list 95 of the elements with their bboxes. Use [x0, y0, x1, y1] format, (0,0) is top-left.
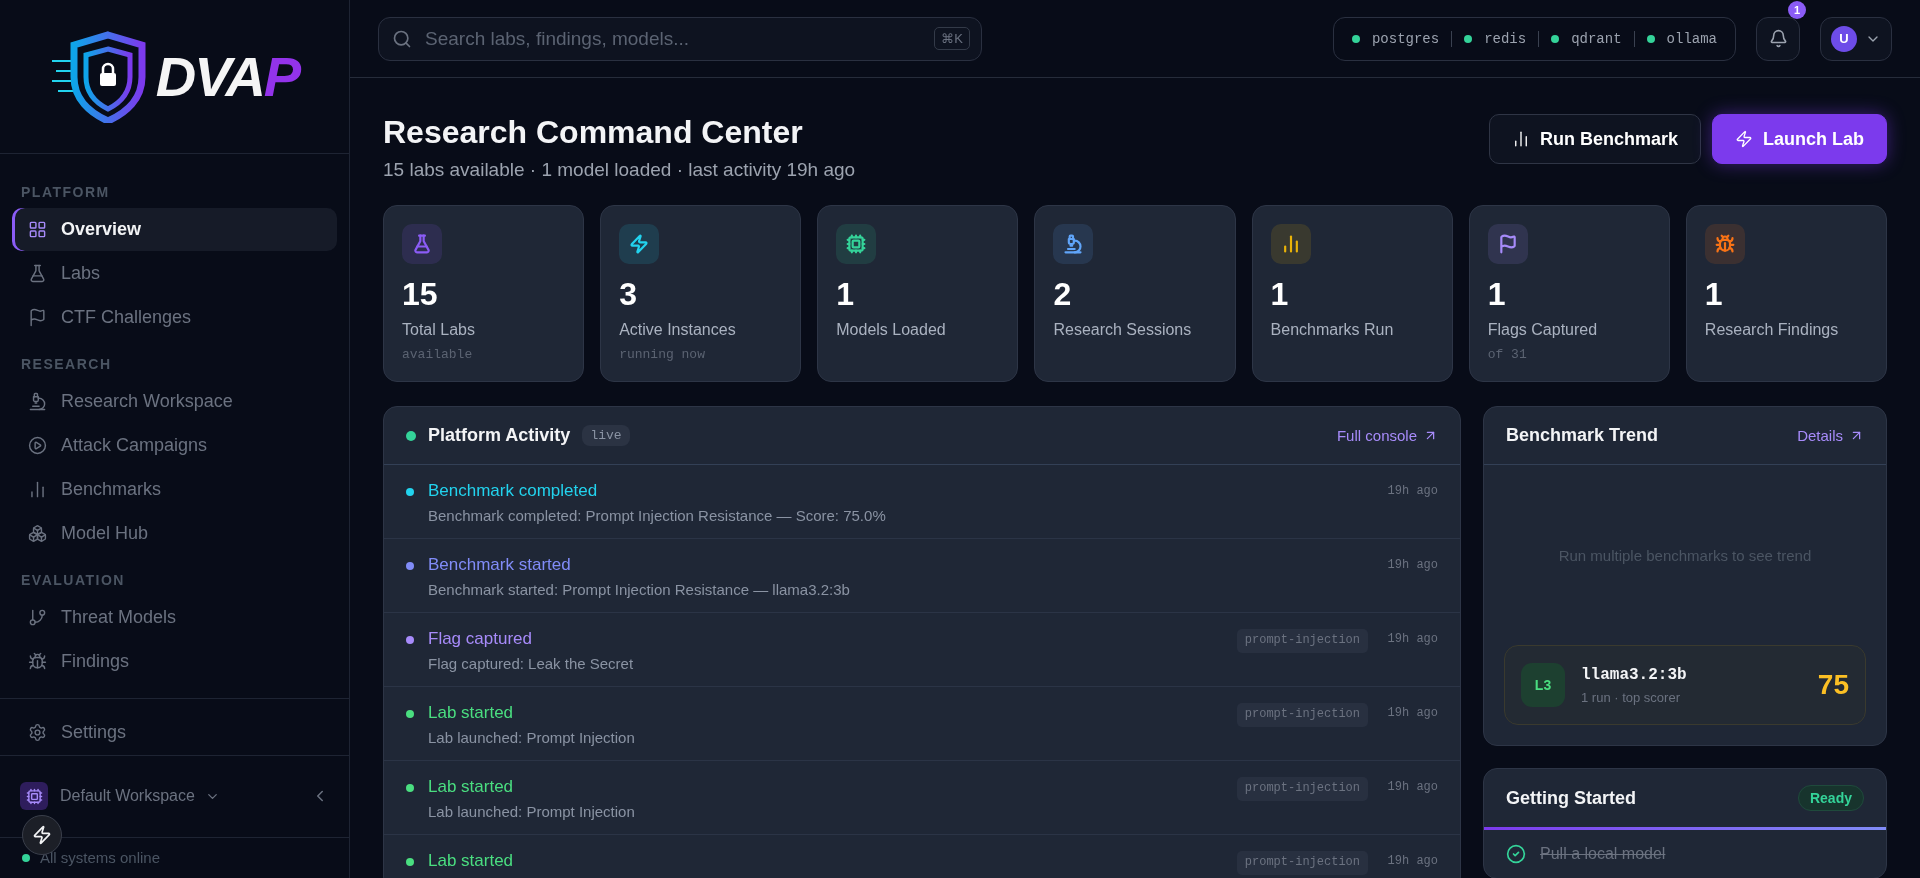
activity-detail: Flag captured: Leak the Secret	[428, 655, 635, 672]
model-score: 75	[1817, 669, 1849, 701]
stat-label: Research Findings	[1704, 321, 1840, 339]
panel-title: Getting Started	[1506, 787, 1636, 809]
activity-title: Lab started	[428, 703, 515, 723]
notification-count: 1	[1788, 0, 1806, 19]
nav-item[interactable]: Model Hub	[12, 512, 337, 555]
activity-detail: Benchmark started: Prompt Injection Resistance — llama3.2:3b	[428, 581, 851, 598]
search-icon	[392, 28, 412, 49]
workspace-selector[interactable]: Default Workspace	[60, 787, 220, 806]
model-badge: L3	[1521, 663, 1565, 707]
check-circle-icon[interactable]	[1506, 844, 1526, 864]
stat-note: running now	[619, 347, 706, 362]
activity-detail: Lab launched: Prompt Injection	[428, 803, 636, 820]
activity-time: 19h ago	[1386, 483, 1438, 500]
stat-value: 3	[619, 276, 638, 313]
activity-title: Flag captured	[428, 629, 533, 649]
settings-icon	[28, 723, 47, 742]
launch-button[interactable]: Launch Lab	[1712, 114, 1887, 164]
nav-item[interactable]: Overview	[12, 208, 337, 251]
service-name: redis	[1484, 30, 1527, 47]
activity-time: 19h ago	[1386, 779, 1438, 796]
step-label: Pull a local model	[1540, 845, 1666, 863]
stat-label: Benchmarks Run	[1270, 321, 1395, 339]
activity-title: Benchmark completed	[428, 481, 599, 501]
stat-note: available	[402, 347, 474, 362]
user-menu-button[interactable]: U	[1820, 16, 1892, 61]
stat-note: of 31	[1487, 347, 1528, 362]
lightning-icon	[32, 825, 52, 845]
nav-section-heading: RESEARCH	[20, 355, 113, 374]
branch-icon	[28, 608, 47, 627]
page-subtitle: 15 labs available · 1 model loaded · last activity 19h ago	[383, 159, 856, 181]
model-meta: 1 run · top scorer	[1581, 689, 1681, 705]
activity-tag: prompt-injection	[1236, 851, 1368, 875]
activity-tag: prompt-injection	[1236, 777, 1368, 801]
activity-title: Lab started	[428, 777, 515, 797]
nav-section-heading: EVALUATION	[20, 571, 126, 590]
activity-time: 19h ago	[1386, 705, 1438, 722]
nav-item[interactable]: Research Workspace	[12, 380, 337, 423]
full-console-link[interactable]: Full console	[1336, 427, 1438, 444]
nav-item[interactable]: Benchmarks	[12, 468, 337, 511]
model-name: llama3.2:3b	[1581, 665, 1687, 684]
nav-section-heading: PLATFORM	[20, 183, 111, 202]
avatar: U	[1831, 25, 1857, 52]
activity-time: 19h ago	[1386, 557, 1438, 574]
stat-value: 1	[1487, 276, 1507, 313]
bug-icon	[28, 652, 47, 671]
nav-item[interactable]: Settings	[12, 711, 337, 754]
stat-label: Flags Captured	[1487, 321, 1599, 339]
nav-item[interactable]: Labs	[12, 252, 337, 295]
stat-value: 1	[1270, 276, 1290, 313]
nav-item[interactable]: CTF Challenges	[12, 296, 337, 339]
nav-item[interactable]: Threat Models	[12, 596, 337, 639]
service-name: ollama	[1666, 30, 1717, 47]
service-name: qdrant	[1571, 30, 1622, 47]
activity-detail: Lab launched: Prompt Injection	[428, 729, 636, 746]
page-title: Research Command Center	[383, 114, 804, 151]
activity-tag: prompt-injection	[1236, 703, 1368, 727]
stat-label: Research Sessions	[1053, 321, 1193, 339]
nav-item[interactable]: Findings	[12, 640, 337, 683]
stat-label: Total Labs	[402, 321, 476, 339]
benchmark-button[interactable]: Run Benchmark	[1488, 114, 1701, 164]
status-text: All systems online	[40, 849, 161, 867]
flask-icon	[28, 264, 47, 283]
microscope-icon	[28, 392, 47, 411]
details-link[interactable]: Details	[1797, 427, 1864, 444]
stat-label: Models Loaded	[836, 321, 947, 339]
activity-title: Benchmark started	[428, 555, 572, 575]
stat-value: 1	[1704, 276, 1724, 313]
activity-time: 19h ago	[1386, 631, 1438, 648]
activity-time: 19h ago	[1386, 853, 1438, 870]
stat-label: Active Instances	[619, 321, 737, 339]
lightning-icon	[1735, 130, 1753, 148]
boxes-icon	[28, 524, 47, 543]
panel-title: Benchmark Trend	[1506, 425, 1659, 446]
activity-tag: prompt-injection	[1236, 629, 1368, 653]
status-badge: Ready	[1797, 785, 1864, 811]
stat-value: 1	[836, 276, 856, 313]
activity-title: Lab started	[428, 851, 515, 871]
shortcut-hint: ⌘K	[934, 26, 970, 50]
nav-item[interactable]: Attack Campaigns	[12, 424, 337, 467]
panel-title: Platform Activity	[428, 425, 571, 446]
notifications-button[interactable]	[1756, 16, 1800, 61]
bar-chart-icon	[28, 480, 47, 499]
bell-icon	[1768, 29, 1788, 48]
live-badge: live	[582, 425, 630, 446]
flag-icon	[28, 308, 47, 327]
grid-icon	[28, 220, 47, 239]
logo-text: DVAP	[155, 44, 300, 109]
play-circle-icon	[28, 436, 47, 455]
service-name: postgres	[1371, 30, 1440, 47]
activity-detail: Benchmark completed: Prompt Injection Resistance — Score: 75.0%	[428, 507, 887, 524]
stat-value: 15	[402, 276, 439, 313]
workspace-icon	[20, 782, 48, 811]
stat-value: 2	[1053, 276, 1073, 313]
